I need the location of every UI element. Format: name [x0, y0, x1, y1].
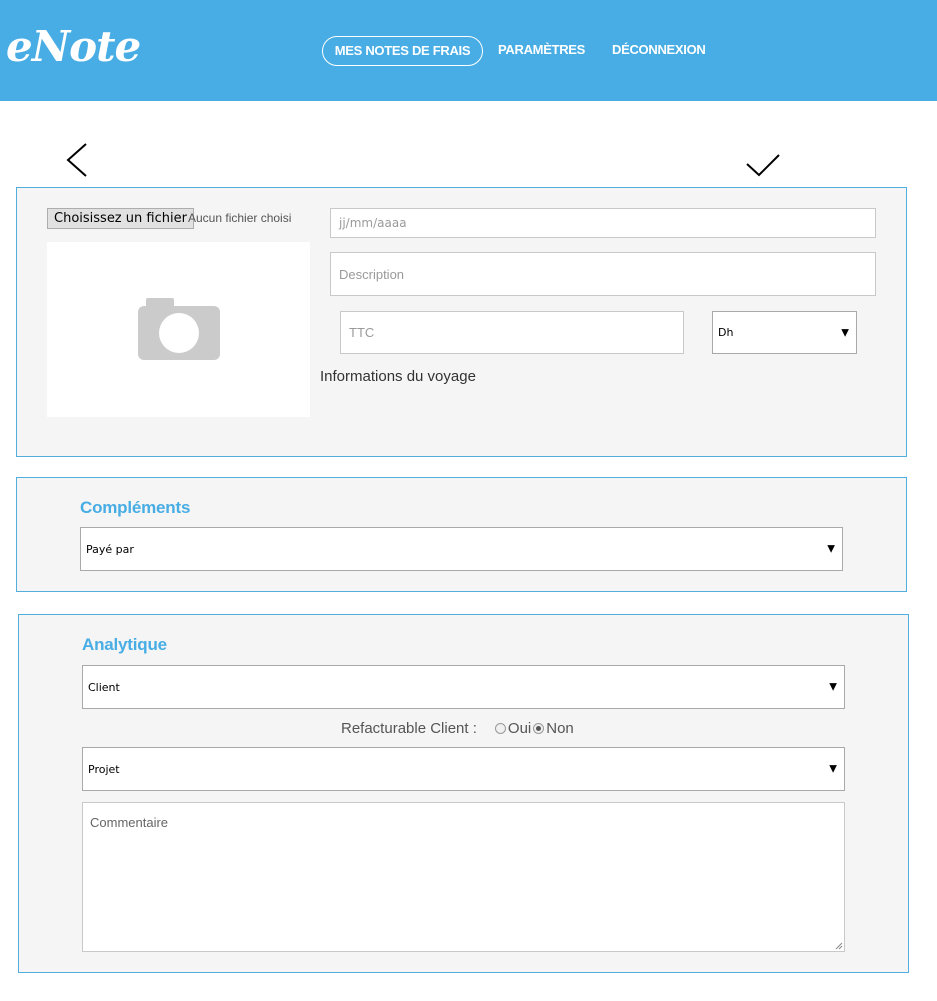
- resize-handle-icon[interactable]: [835, 942, 843, 950]
- nav-logout[interactable]: DÉCONNEXION: [612, 42, 706, 58]
- client-select-value: Client: [88, 680, 120, 694]
- app-logo[interactable]: eNote: [6, 22, 141, 72]
- chevron-left-icon[interactable]: [62, 140, 94, 180]
- dropdown-arrow-icon: ▼: [829, 681, 837, 693]
- project-select-value: Projet: [88, 762, 120, 776]
- paid-by-select-value: Payé par: [86, 542, 134, 556]
- analytique-title: Analytique: [82, 635, 167, 654]
- dropdown-arrow-icon: ▼: [827, 543, 835, 555]
- refacturable-yes-radio[interactable]: [494, 723, 506, 734]
- refacturable-client-label: Refacturable Client :: [341, 720, 477, 737]
- paid-by-select[interactable]: Payé par ▼: [80, 527, 843, 571]
- camera-icon: [138, 298, 220, 360]
- refacturable-no-label[interactable]: Non: [546, 720, 574, 737]
- choose-file-button[interactable]: Choisissez un fichier: [47, 208, 194, 229]
- project-select[interactable]: Projet ▼: [82, 747, 845, 791]
- comment-textarea[interactable]: Commentaire: [82, 802, 845, 952]
- refacturable-client-group: Refacturable Client : Oui Non: [341, 720, 576, 737]
- checkmark-icon[interactable]: [744, 150, 782, 180]
- nav-settings[interactable]: PARAMÈTRES: [498, 42, 585, 58]
- ttc-amount-input[interactable]: TTC: [340, 311, 684, 354]
- dropdown-arrow-icon: ▼: [841, 327, 849, 338]
- refacturable-yes-label[interactable]: Oui: [508, 720, 531, 737]
- refacturable-no-radio[interactable]: [533, 723, 545, 734]
- description-input[interactable]: Description: [330, 252, 876, 296]
- travel-info-label[interactable]: Informations du voyage: [320, 368, 476, 385]
- file-status-text: Aucun fichier choisi: [188, 211, 292, 225]
- complements-panel: Compléments Payé par ▼: [16, 477, 907, 592]
- date-input[interactable]: jj/mm/aaaa: [330, 208, 876, 238]
- complements-title: Compléments: [80, 498, 191, 517]
- dropdown-arrow-icon: ▼: [829, 763, 837, 775]
- top-navigation-bar: eNote MES NOTES DE FRAIS PARAMÈTRES DÉCO…: [0, 0, 937, 101]
- currency-select[interactable]: Dh ▼: [712, 311, 857, 354]
- comment-placeholder: Commentaire: [90, 815, 169, 830]
- client-select[interactable]: Client ▼: [82, 665, 845, 709]
- currency-select-value: Dh: [718, 326, 734, 339]
- analytique-panel: Analytique Client ▼ Refacturable Client …: [18, 614, 909, 973]
- nav-expense-notes[interactable]: MES NOTES DE FRAIS: [322, 36, 483, 66]
- receipt-panel: Choisissez un fichier Aucun fichier choi…: [16, 187, 907, 457]
- receipt-photo-placeholder[interactable]: [47, 242, 310, 417]
